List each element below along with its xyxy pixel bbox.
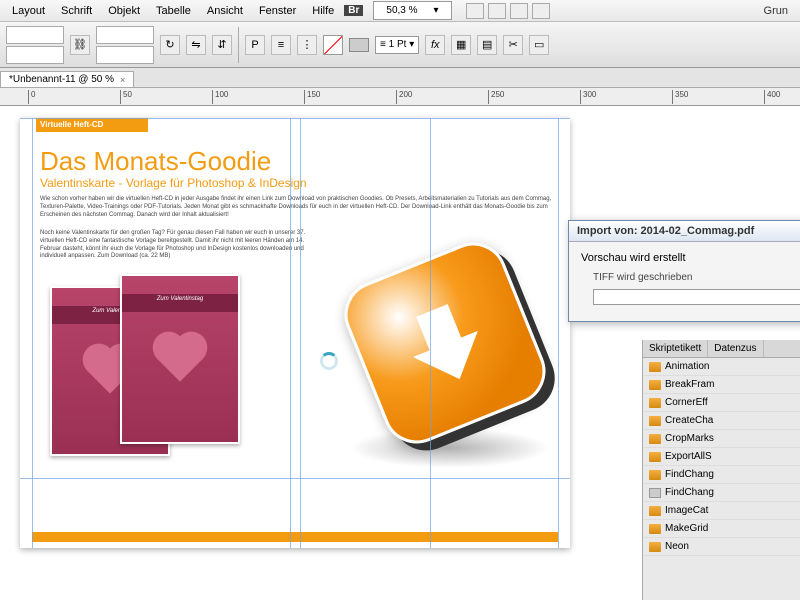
- chevron-down-icon: ▾: [428, 3, 445, 18]
- frame-icon[interactable]: ▭: [529, 35, 549, 55]
- fx-icon[interactable]: fx: [425, 35, 445, 55]
- align-icon[interactable]: ≡: [271, 35, 291, 55]
- distribute-icon[interactable]: ⋮: [297, 35, 317, 55]
- bridge-icon[interactable]: Br: [344, 5, 363, 16]
- menu-fenster[interactable]: Fenster: [253, 3, 302, 19]
- document-tab[interactable]: *Unbenannt-11 @ 50 %×: [0, 71, 134, 87]
- control-toolbar: ⛓ ↻ ⇋ ⇵ P ≡ ⋮ ≡ 1 Pt ▾ fx ▦ ▤ ✂ ▭: [0, 22, 800, 68]
- close-tab-icon[interactable]: ×: [120, 75, 125, 85]
- flip-h-icon[interactable]: ⇋: [186, 35, 206, 55]
- body-text-2: Noch keine Valentinskarte für den großen…: [40, 230, 320, 261]
- list-item: ImageCat: [643, 502, 800, 520]
- wrap-icon-2[interactable]: ▤: [477, 35, 497, 55]
- download-logo: [320, 248, 550, 478]
- menu-objekt[interactable]: Objekt: [102, 3, 146, 19]
- list-item: BreakFram: [643, 376, 800, 394]
- script-icon: [649, 524, 661, 534]
- fill-swatch[interactable]: [323, 35, 343, 55]
- script-icon: [649, 434, 661, 444]
- page-banner: Virtuelle Heft-CD: [36, 118, 148, 132]
- page-headline: Das Monats-Goodie: [40, 146, 271, 177]
- page: Virtuelle Heft-CD Das Monats-Goodie Vale…: [20, 118, 570, 548]
- list-item: CornerEff: [643, 394, 800, 412]
- h-field[interactable]: [96, 46, 154, 64]
- list-item: CreateCha: [643, 412, 800, 430]
- card-front: Zum Valentinstag: [120, 274, 240, 444]
- script-icon: [649, 398, 661, 408]
- rotate-icon[interactable]: ↻: [160, 35, 180, 55]
- list-item: MakeGrid: [643, 520, 800, 538]
- dialog-status-2: TIFF wird geschrieben: [581, 272, 800, 283]
- progress-bar: [593, 289, 800, 305]
- script-icon: [649, 362, 661, 372]
- flip-v-icon[interactable]: ⇵: [212, 35, 232, 55]
- script-icon: [649, 380, 661, 390]
- dialog-title: Import von: 2014-02_Commag.pdf: [569, 221, 800, 242]
- list-item: Animation: [643, 358, 800, 376]
- page-footer-bar: [32, 532, 558, 542]
- menu-schrift[interactable]: Schrift: [55, 3, 98, 19]
- scripts-panel: Skriptetikett Datenzus Animation BreakFr…: [642, 340, 800, 600]
- zoom-dropdown[interactable]: 50,3 %▾: [373, 1, 451, 20]
- list-item: FindChang: [643, 466, 800, 484]
- panel-tab-skriptetikett[interactable]: Skriptetikett: [643, 340, 708, 357]
- view-icon-1[interactable]: [466, 3, 484, 19]
- menu-ansicht[interactable]: Ansicht: [201, 3, 249, 19]
- workspace-label[interactable]: Grun: [758, 3, 794, 19]
- view-icon-4[interactable]: [532, 3, 550, 19]
- list-item: CropMarks: [643, 430, 800, 448]
- list-item: FindChang: [643, 484, 800, 502]
- menu-hilfe[interactable]: Hilfe: [306, 3, 340, 19]
- crop-icon[interactable]: ✂: [503, 35, 523, 55]
- view-icon-2[interactable]: [488, 3, 506, 19]
- horizontal-ruler: 0 50 100 150 200 250 300 350 400: [0, 88, 800, 106]
- w-field[interactable]: [96, 26, 154, 44]
- stroke-weight[interactable]: ≡ 1 Pt ▾: [375, 36, 419, 54]
- link-icon[interactable]: ⛓: [70, 35, 90, 55]
- menu-tabelle[interactable]: Tabelle: [150, 3, 197, 19]
- dialog-status-1: Vorschau wird erstellt: [581, 252, 800, 264]
- document-tabs: *Unbenannt-11 @ 50 %×: [0, 68, 800, 88]
- stroke-swatch[interactable]: [349, 38, 369, 52]
- import-dialog: Import von: 2014-02_Commag.pdf Vorschau …: [568, 220, 800, 322]
- script-icon: [649, 506, 661, 516]
- panel-tab-datenzus[interactable]: Datenzus: [708, 340, 763, 357]
- script-icon: [649, 470, 661, 480]
- list-item: Neon: [643, 538, 800, 556]
- script-icon: [649, 452, 661, 462]
- arrow-down-icon: [399, 297, 490, 388]
- wrap-icon-1[interactable]: ▦: [451, 35, 471, 55]
- menu-layout[interactable]: Layout: [6, 3, 51, 19]
- page-subhead: Valentinskarte - Vorlage für Photoshop &…: [40, 176, 307, 190]
- x-field[interactable]: [6, 26, 64, 44]
- script-icon: [649, 416, 661, 426]
- y-field[interactable]: [6, 46, 64, 64]
- view-mode-icons: [466, 3, 550, 19]
- scripts-list[interactable]: Animation BreakFram CornerEff CreateCha …: [643, 358, 800, 556]
- script-icon: [649, 542, 661, 552]
- menubar: Layout Schrift Objekt Tabelle Ansicht Fe…: [0, 0, 800, 22]
- busy-spinner-icon: [320, 352, 338, 370]
- folder-icon: [649, 488, 661, 498]
- text-tool-icon[interactable]: P: [245, 35, 265, 55]
- view-icon-3[interactable]: [510, 3, 528, 19]
- list-item: ExportAllS: [643, 448, 800, 466]
